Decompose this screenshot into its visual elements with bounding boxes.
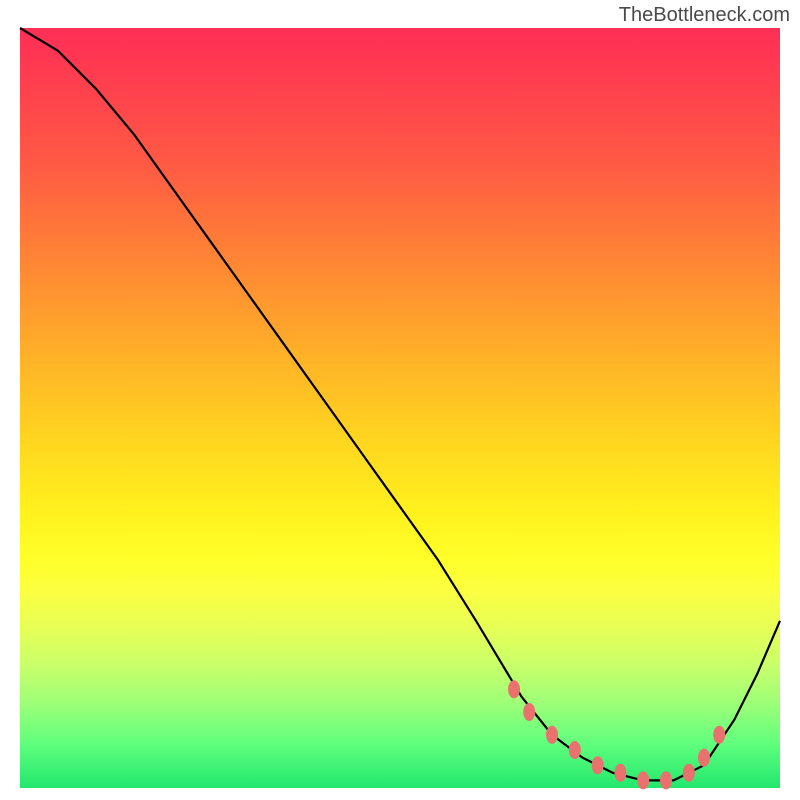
highlight-dots-group bbox=[508, 680, 725, 789]
highlight-dot bbox=[660, 771, 672, 789]
highlight-dot bbox=[698, 749, 710, 767]
highlight-dot bbox=[508, 680, 520, 698]
highlight-dot bbox=[523, 703, 535, 721]
plot-area bbox=[20, 28, 780, 788]
highlight-dot bbox=[683, 764, 695, 782]
highlight-dot bbox=[569, 741, 581, 759]
highlight-dot bbox=[614, 764, 626, 782]
chart-container: TheBottleneck.com bbox=[0, 0, 800, 800]
watermark-text: TheBottleneck.com bbox=[619, 4, 790, 27]
highlight-dot bbox=[592, 756, 604, 774]
curve-layer bbox=[20, 28, 780, 788]
highlight-dot bbox=[637, 771, 649, 789]
bottleneck-curve-path bbox=[20, 28, 780, 780]
highlight-dot bbox=[713, 726, 725, 744]
highlight-dot bbox=[546, 726, 558, 744]
